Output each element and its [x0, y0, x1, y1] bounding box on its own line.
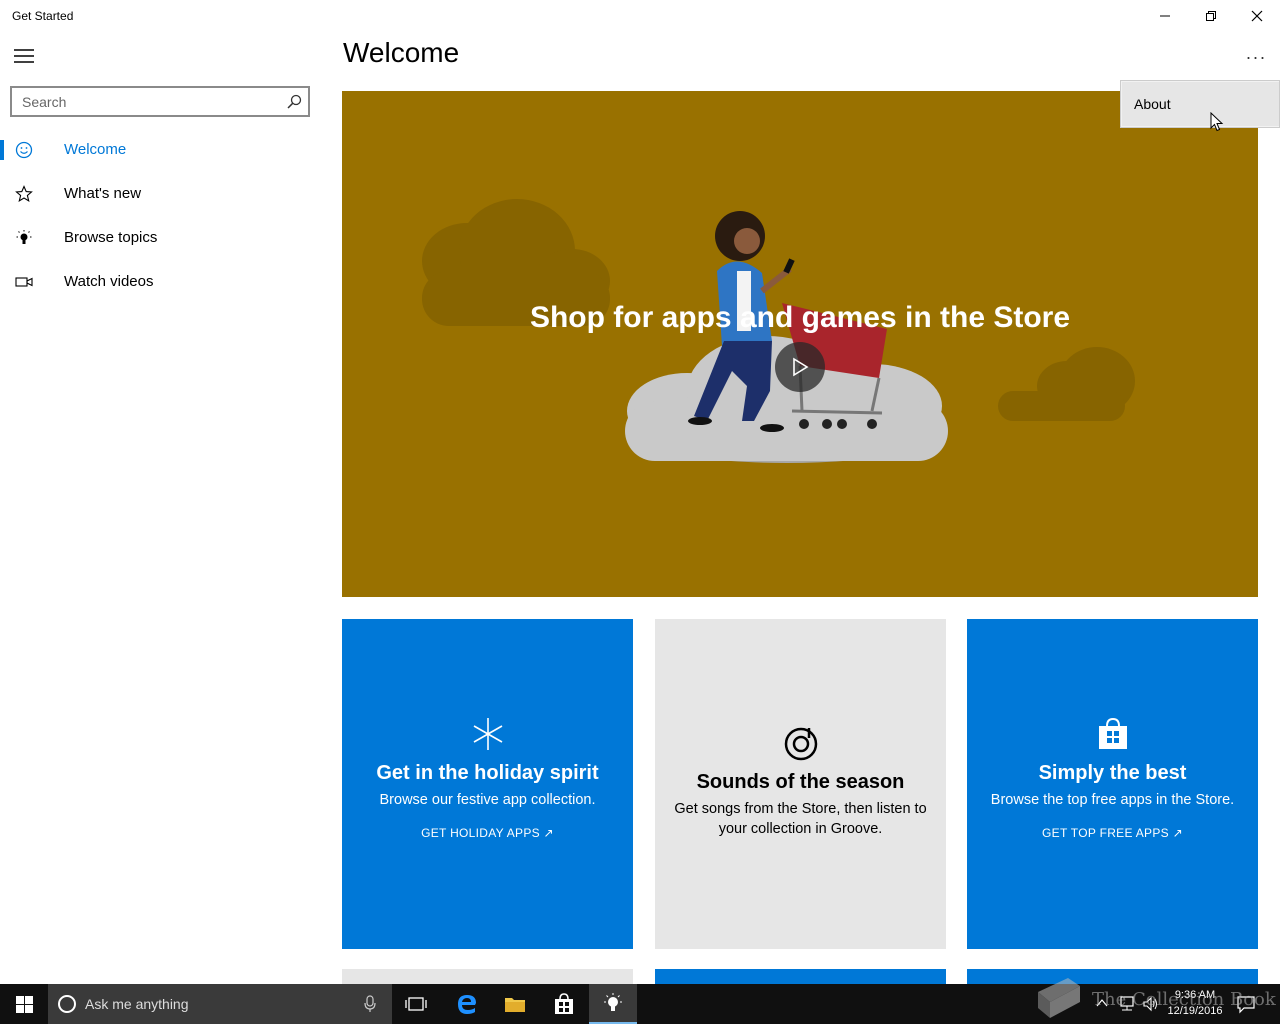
close-button[interactable] [1234, 0, 1280, 32]
folder-icon [505, 998, 525, 1012]
microphone-icon[interactable] [364, 995, 376, 1013]
tile-sounds-of-season[interactable]: Sounds of the season Get songs from the … [655, 619, 946, 949]
minimize-button[interactable] [1142, 0, 1188, 32]
cortana-search-box[interactable]: Ask me anything [48, 984, 392, 1024]
hero-title: Shop for apps and games in the Store [529, 301, 1071, 334]
tile-next-row[interactable] [342, 969, 633, 985]
title-bar: Get Started [0, 0, 1280, 32]
search-icon[interactable] [287, 94, 302, 109]
tile-text: Browse the top free apps in the Store. [990, 792, 1235, 808]
edge-browser-button[interactable] [443, 984, 491, 1024]
tile-text: Get songs from the Store, then listen to… [674, 801, 927, 837]
sidebar-item-label: Browse topics [64, 229, 158, 246]
minimize-icon [1160, 15, 1170, 17]
tile-title: Simply the best [1038, 762, 1187, 784]
groove-music-icon [655, 726, 946, 762]
search-input[interactable] [12, 88, 282, 115]
action-center-icon[interactable] [1236, 994, 1256, 1014]
hamburger-menu-button[interactable] [4, 40, 44, 72]
store-bag-icon [555, 993, 573, 1014]
restore-icon [1206, 11, 1216, 21]
get-holiday-apps-link[interactable]: GET HOLIDAY APPS ↗ [342, 826, 633, 840]
windows-logo-icon [15, 995, 33, 1013]
play-icon [793, 357, 809, 377]
app-title: Get Started [12, 9, 74, 23]
task-view-icon [405, 997, 427, 1011]
tile-next-row[interactable] [655, 969, 946, 985]
network-icon[interactable] [1118, 995, 1136, 1013]
get-started-app: Get Started Welcome [0, 0, 1280, 985]
file-explorer-button[interactable] [491, 984, 539, 1024]
sidebar-item-label: What's new [64, 185, 142, 202]
sidebar-nav: Welcome What's new Browse topics Watch v… [0, 128, 320, 304]
more-options-menu: About [1120, 80, 1280, 128]
task-view-button[interactable] [392, 984, 440, 1024]
smiley-icon [14, 140, 34, 160]
show-hidden-icons-chevron-icon[interactable] [1096, 997, 1108, 1009]
store-bag-icon [967, 717, 1258, 751]
sidebar-item-label: Watch videos [64, 273, 154, 290]
store-button[interactable] [540, 984, 588, 1024]
tile-next-row[interactable] [967, 969, 1258, 985]
lightbulb-icon [604, 993, 622, 1011]
sidebar-item-browse-topics[interactable]: Browse topics [0, 216, 320, 260]
clock-date: 12/19/2016 [1167, 1005, 1223, 1017]
play-video-button[interactable] [775, 342, 825, 392]
taskbar-clock[interactable]: 9:36 AM 12/19/2016 [1160, 987, 1230, 1019]
video-camera-icon [14, 272, 34, 292]
clock-time: 9:36 AM [1174, 989, 1216, 1001]
hero-banner[interactable]: Shop for apps and games in the Store [342, 91, 1258, 597]
search-box [10, 86, 310, 117]
snowflake-icon [342, 717, 633, 751]
more-options-button[interactable]: ··· [1236, 44, 1276, 70]
sidebar-item-watch-videos[interactable]: Watch videos [0, 260, 320, 304]
edge-icon [458, 995, 476, 1014]
taskbar: Ask me anything 9:36 AM 12/19/2016 [0, 984, 1280, 1024]
menu-item-about[interactable]: About [1122, 82, 1279, 126]
sidebar-item-whats-new[interactable]: What's new [0, 172, 320, 216]
sidebar-item-welcome[interactable]: Welcome [0, 128, 320, 172]
hamburger-icon [14, 49, 34, 63]
cortana-placeholder: Ask me anything [85, 996, 189, 1012]
star-icon [14, 184, 34, 204]
menu-item-label: About [1134, 96, 1171, 112]
get-top-free-apps-link[interactable]: GET TOP FREE APPS ↗ [967, 826, 1258, 840]
volume-icon[interactable] [1142, 995, 1160, 1013]
lightbulb-icon [14, 228, 34, 248]
tile-title: Get in the holiday spirit [376, 762, 599, 784]
sidebar-item-label: Welcome [64, 141, 127, 158]
start-button[interactable] [0, 984, 48, 1024]
tile-text: Browse our festive app collection. [379, 792, 596, 808]
cortana-icon [58, 995, 76, 1013]
get-started-taskbar-button[interactable] [589, 984, 637, 1024]
page-title: Welcome [343, 37, 460, 68]
tile-holiday-spirit[interactable]: Get in the holiday spirit Browse our fes… [342, 619, 633, 949]
mouse-cursor-icon [1210, 112, 1224, 132]
restore-button[interactable] [1188, 0, 1234, 32]
close-icon [1251, 10, 1263, 22]
tile-title: Sounds of the season [696, 771, 905, 793]
tile-simply-the-best[interactable]: Simply the best Browse the top free apps… [967, 619, 1258, 949]
